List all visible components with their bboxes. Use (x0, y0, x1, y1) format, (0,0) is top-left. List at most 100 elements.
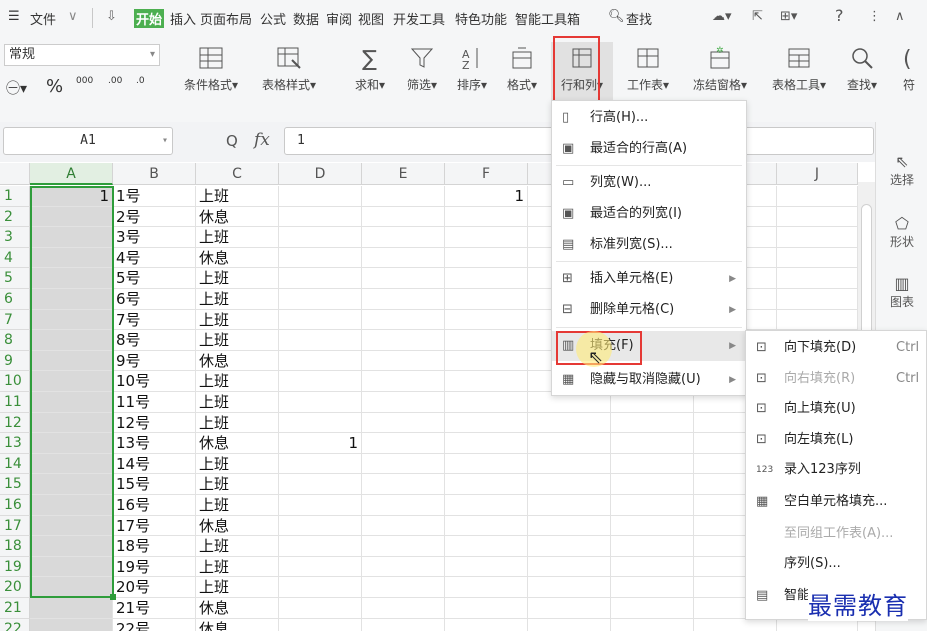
cell-e16[interactable] (362, 495, 445, 516)
table-tools-button[interactable]: 表格工具▾ (764, 46, 834, 93)
collapse-ribbon-icon[interactable]: ∧ (895, 9, 905, 24)
cell-b21[interactable]: 21号 (113, 598, 196, 619)
cell-e2[interactable] (362, 206, 445, 228)
cell-e15[interactable] (362, 474, 445, 495)
row-header[interactable]: 6 (0, 289, 30, 310)
cell-c4[interactable]: 休息 (196, 247, 279, 269)
cell-e21[interactable] (362, 598, 445, 619)
cell-c12[interactable]: 上班 (196, 412, 279, 434)
cell-e20[interactable] (362, 577, 445, 598)
cell-f17[interactable] (445, 515, 528, 537)
cell-f6[interactable] (445, 289, 528, 310)
cell-e1[interactable] (362, 186, 445, 207)
cell-b19[interactable]: 19号 (113, 556, 196, 578)
percent-button[interactable]: % (46, 76, 63, 97)
history-icon[interactable]: ⊞▾ (780, 9, 797, 24)
cell-c5[interactable]: 上班 (196, 268, 279, 289)
cell-e6[interactable] (362, 289, 445, 310)
submenu-item-fill-right[interactable]: ⊡ 向右填充(R) Ctrl (746, 364, 926, 394)
menu-item-best-fit-row-height[interactable]: ▣ 最适合的行高(A) (552, 134, 746, 164)
cell-e19[interactable] (362, 556, 445, 578)
fx-icon[interactable]: fx (254, 130, 270, 150)
row-header[interactable]: 18 (0, 536, 30, 557)
search-icon[interactable]: 🔍︎ (608, 9, 625, 24)
row-header[interactable]: 3 (0, 227, 30, 248)
cell-f22[interactable] (445, 618, 528, 631)
cell-g21[interactable] (528, 598, 611, 619)
column-header-e[interactable]: E (362, 163, 445, 185)
menu-item-column-width[interactable]: ▭ 列宽(W)... (552, 168, 746, 198)
row-header[interactable]: 22 (0, 618, 30, 631)
cell-f21[interactable] (445, 598, 528, 619)
cell-h16[interactable] (611, 495, 694, 516)
cell-c10[interactable]: 上班 (196, 371, 279, 392)
cell-c18[interactable]: 上班 (196, 536, 279, 557)
submenu-item-fill-blank-cells[interactable]: ▦ 空白单元格填充... (746, 487, 926, 517)
cell-h20[interactable] (611, 577, 694, 598)
cell-d7[interactable] (279, 309, 362, 331)
cell-d19[interactable] (279, 556, 362, 578)
format-button[interactable]: 格式▾ (502, 46, 542, 93)
zoom-formula-icon[interactable]: Q (226, 132, 238, 150)
cell-b22[interactable]: 22号 (113, 618, 196, 631)
more-icon[interactable]: ⋮ (868, 9, 881, 24)
cell-b8[interactable]: 8号 (113, 330, 196, 351)
cell-g12[interactable] (528, 412, 611, 434)
row-header[interactable]: 12 (0, 412, 30, 434)
cell-e17[interactable] (362, 515, 445, 537)
cell-c15[interactable]: 上班 (196, 474, 279, 495)
cell-d21[interactable] (279, 598, 362, 619)
menu-item-best-fit-column-width[interactable]: ▣ 最适合的列宽(I) (552, 199, 746, 229)
cell-d16[interactable] (279, 495, 362, 516)
cell-d20[interactable] (279, 577, 362, 598)
submenu-item-enter-123-sequence[interactable]: 123 录入123序列 (746, 455, 926, 485)
tab-special-features[interactable]: 特色功能 (455, 9, 507, 28)
cell-d10[interactable] (279, 371, 362, 392)
cell-g19[interactable] (528, 556, 611, 578)
hamburger-icon[interactable]: ☰ (8, 9, 20, 24)
menu-item-insert-cells[interactable]: ⊞ 插入单元格(E) ▶ (552, 264, 746, 294)
cell-f1[interactable]: 1 (445, 186, 528, 207)
cell-b7[interactable]: 7号 (113, 309, 196, 331)
cell-i22[interactable] (694, 618, 777, 631)
submenu-item-fill-up[interactable]: ⊡ 向上填充(U) (746, 394, 926, 424)
cell-c9[interactable]: 休息 (196, 350, 279, 372)
cell-d18[interactable] (279, 536, 362, 557)
cell-f20[interactable] (445, 577, 528, 598)
table-style-button[interactable]: 表格样式▾ (254, 46, 324, 93)
tab-review[interactable]: 审阅 (326, 9, 352, 28)
cell-d5[interactable] (279, 268, 362, 289)
cell-h15[interactable] (611, 474, 694, 495)
row-header[interactable]: 16 (0, 495, 30, 516)
cell-j1[interactable] (777, 186, 858, 207)
cell-e14[interactable] (362, 453, 445, 475)
menu-item-hide-unhide[interactable]: ▦ 隐藏与取消隐藏(U) ▶ (552, 365, 746, 395)
cell-j6[interactable] (777, 289, 858, 310)
menu-item-row-height[interactable]: ▯ 行高(H)... (552, 103, 746, 133)
row-header[interactable]: 19 (0, 556, 30, 578)
cell-b14[interactable]: 14号 (113, 453, 196, 475)
cell-d15[interactable] (279, 474, 362, 495)
cell-d11[interactable] (279, 392, 362, 413)
cell-f12[interactable] (445, 412, 528, 434)
thousands-button[interactable]: 000 (76, 76, 93, 86)
cell-f9[interactable] (445, 350, 528, 372)
cell-g22[interactable] (528, 618, 611, 631)
cell-c22[interactable]: 休息 (196, 618, 279, 631)
help-icon[interactable]: ? (835, 6, 844, 25)
column-header-c[interactable]: C (196, 163, 279, 185)
worksheet-button[interactable]: 工作表▾ (620, 46, 676, 93)
cell-b16[interactable]: 16号 (113, 495, 196, 516)
cell-e5[interactable] (362, 268, 445, 289)
quick-access-icon[interactable]: ⇩ (106, 9, 117, 24)
tab-smart-toolbox[interactable]: 智能工具箱 (515, 9, 580, 28)
currency-icon[interactable]: ㊀▾ (6, 78, 27, 98)
row-header[interactable]: 2 (0, 206, 30, 228)
chevron-down-icon[interactable]: ∨ (68, 9, 78, 24)
cell-f19[interactable] (445, 556, 528, 578)
cell-h12[interactable] (611, 412, 694, 434)
cell-f8[interactable] (445, 330, 528, 351)
submenu-item-to-group-sheets[interactable]: 至同组工作表(A)... (746, 519, 926, 549)
cell-b11[interactable]: 11号 (113, 392, 196, 413)
row-header[interactable]: 8 (0, 330, 30, 351)
